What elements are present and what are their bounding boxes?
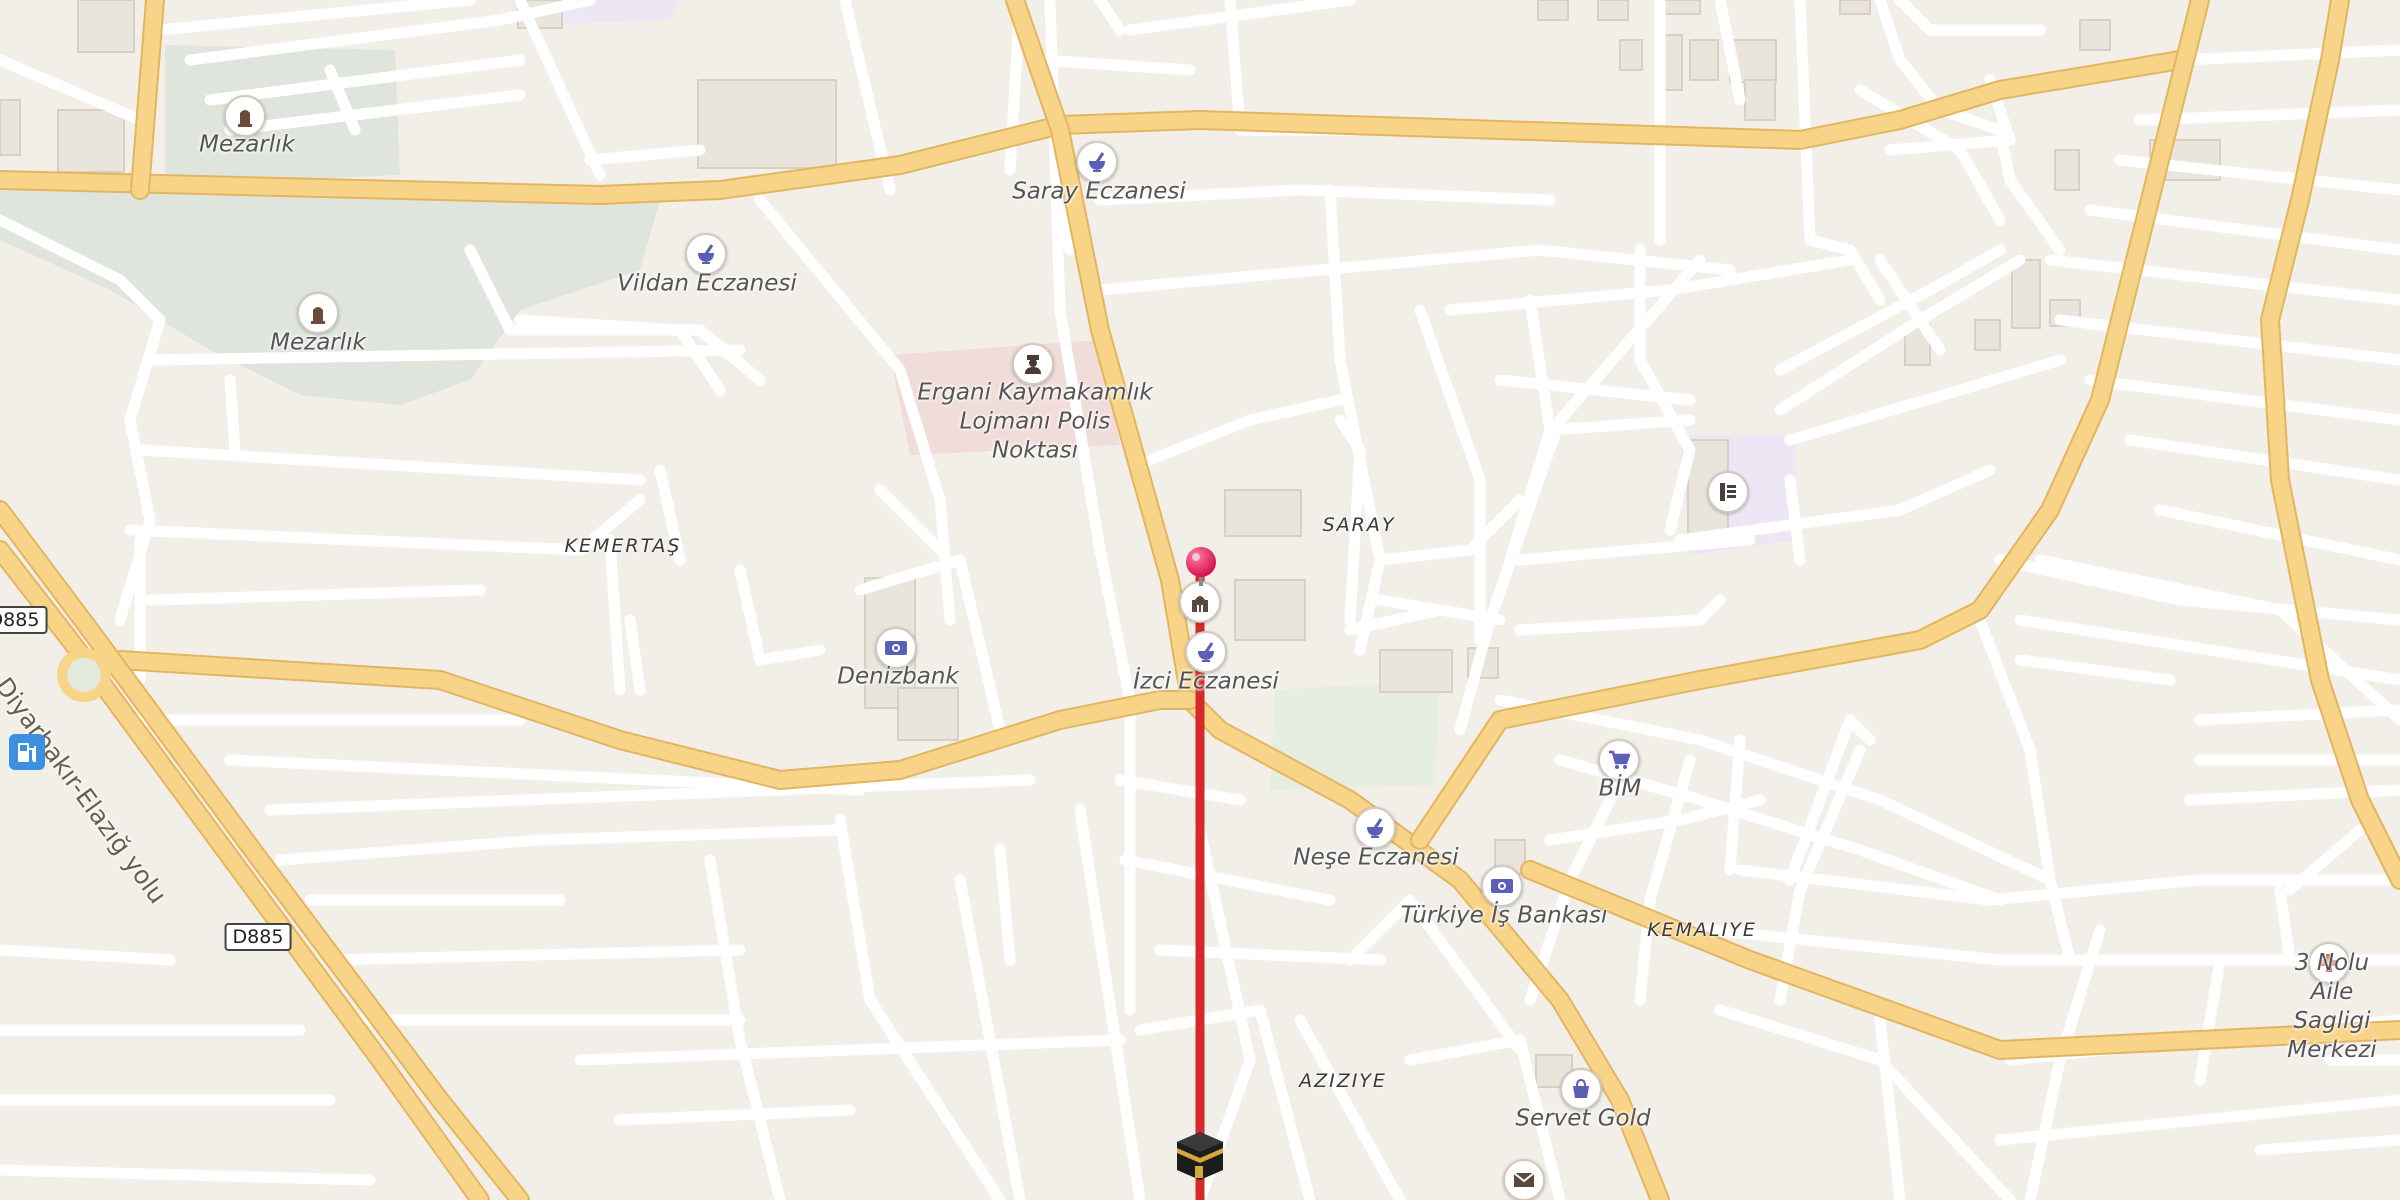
place-label-turkiye-is-bankasi: Türkiye İş Bankası bbox=[1400, 902, 1608, 929]
district-label-kemaliye: KEMALIYE bbox=[1647, 919, 1757, 941]
place-label-police: Ergani Kaymakamlık Lojmanı Polis Noktası bbox=[917, 379, 1153, 464]
location-pin-icon[interactable] bbox=[1184, 546, 1218, 586]
place-label-izci-eczanesi: İzci Eczanesi bbox=[1133, 668, 1279, 695]
place-label-denizbank: Denizbank bbox=[837, 663, 959, 690]
route-shield-d885-bottom: D885 bbox=[224, 923, 292, 951]
route-shield-d885-top: D885 bbox=[0, 606, 48, 634]
fuel-pump-icon[interactable] bbox=[9, 734, 45, 770]
place-label-mezarlik-1: Mezarlık bbox=[199, 131, 295, 158]
place-label-mezarlik-2: Mezarlık bbox=[270, 329, 366, 356]
place-label-aile-sagligi-merkezi: 3 Nolu Aile Sagligi Merkezi bbox=[2287, 950, 2377, 1063]
map-view[interactable]: KEMERTAŞ SARAY KEMALIYE AZIZIYE Diyarbak… bbox=[0, 0, 2400, 1200]
district-label-kemertas: KEMERTAŞ bbox=[564, 535, 682, 557]
place-label-vildan-eczanesi: Vildan Eczanesi bbox=[617, 270, 797, 297]
place-label-servet-gold: Servet Gold bbox=[1515, 1105, 1651, 1132]
mosque-icon[interactable] bbox=[1179, 581, 1221, 623]
place-label-saray-eczanesi: Saray Eczanesi bbox=[1012, 178, 1186, 205]
place-label-bim: BİM bbox=[1598, 775, 1642, 802]
kaaba-icon[interactable] bbox=[1173, 1128, 1227, 1182]
place-label-nese-eczanesi: Neşe Eczanesi bbox=[1293, 844, 1459, 871]
district-label-aziziye: AZIZIYE bbox=[1299, 1070, 1387, 1092]
school-icon[interactable] bbox=[1707, 471, 1749, 513]
district-label-saray: SARAY bbox=[1322, 514, 1396, 536]
envelope-icon[interactable] bbox=[1503, 1159, 1545, 1200]
